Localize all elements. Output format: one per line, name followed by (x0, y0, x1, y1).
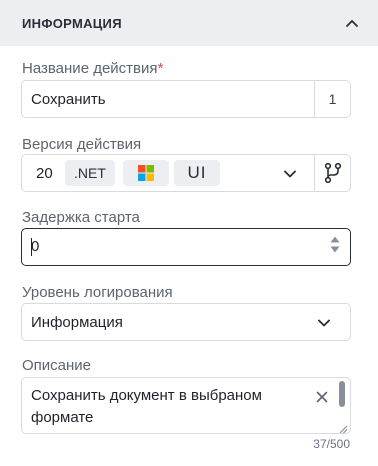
log-level-select[interactable]: Информация (21, 303, 351, 341)
close-icon[interactable] (314, 389, 330, 405)
chevron-down-icon[interactable] (314, 313, 334, 333)
action-name-label: Название действия* (22, 60, 164, 77)
chevron-up-icon[interactable] (342, 13, 362, 33)
log-level-label: Уровень логирования (22, 284, 173, 301)
stepper-up-icon[interactable] (330, 236, 340, 243)
log-level-value: Информация (31, 314, 123, 331)
description-label: Описание (22, 357, 92, 374)
description-value[interactable]: Сохранить документ в выбраном формате (31, 385, 311, 429)
section-header[interactable]: ИНФОРМАЦИЯ (0, 0, 378, 46)
stepper-down-icon[interactable] (330, 246, 340, 253)
start-delay-label: Задержка старта (22, 209, 140, 226)
action-version-label: Версия действия (22, 136, 142, 153)
windows-icon (123, 160, 169, 186)
resize-handle-icon[interactable] (338, 421, 348, 434)
description-textarea[interactable]: Сохранить документ в выбраном формате (21, 377, 351, 434)
action-name-counter: 1 (314, 81, 350, 117)
text-caret (31, 238, 32, 256)
action-name-field[interactable]: Сохранить 1 (21, 80, 351, 118)
start-delay-value[interactable]: 0 (31, 238, 39, 255)
action-name-value[interactable]: Сохранить (31, 91, 106, 108)
description-char-counter: 37/500 (313, 437, 350, 451)
framework-chip: .NET (65, 160, 115, 186)
start-delay-input[interactable]: 0 (21, 228, 351, 266)
action-version-select[interactable]: 20 .NET UI (21, 154, 351, 192)
branch-icon[interactable] (314, 155, 350, 191)
section-title: ИНФОРМАЦИЯ (22, 15, 122, 31)
number-stepper[interactable] (330, 236, 340, 253)
version-number: 20 (36, 165, 53, 182)
scrollbar-thumb[interactable] (339, 381, 345, 407)
ui-chip: UI (174, 160, 220, 186)
required-mark: * (157, 60, 164, 77)
chevron-down-icon[interactable] (280, 164, 300, 184)
